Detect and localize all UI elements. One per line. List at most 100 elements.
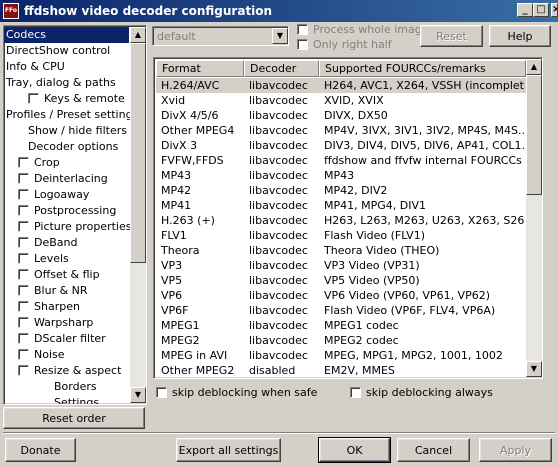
donate-button[interactable]: Donate <box>5 438 76 462</box>
tree-scroll-thumb[interactable] <box>130 43 146 263</box>
column-header-format[interactable]: Format <box>156 60 244 77</box>
table-row[interactable]: MPEG2 libavcodec MPEG2 codec <box>156 333 526 348</box>
table-row[interactable]: H.264/AVC libavcodec H264, AVC1, X264, VSS… <box>156 78 526 93</box>
codec-table[interactable]: Format Decoder Supported FOURCCs/remarks… <box>153 57 543 379</box>
tree-item[interactable]: Postprocessing <box>34 203 116 219</box>
table-row[interactable]: MP42 libavcodec MP42, DIV2 <box>156 183 526 198</box>
export-all-settings-button[interactable]: Export all settings <box>176 438 281 462</box>
table-row[interactable]: FLV1 libavcodec Flash Video (FLV1) <box>156 228 526 243</box>
fourcc-cell: VP3 Video (VP31) <box>324 259 420 272</box>
maximize-button[interactable]: □ <box>533 3 549 17</box>
table-row[interactable]: MPEG1 libavcodec MPEG1 codec <box>156 318 526 333</box>
format-cell: VP6F <box>161 304 189 317</box>
fourcc-cell: DIV3, DIV4, DIV5, DIV6, AP41, COL1... <box>324 139 524 152</box>
tree-item[interactable]: Offset & flip <box>34 267 100 283</box>
settings-tree[interactable]: Codecs DirectShow control Info & CPU Tray, … <box>3 25 147 405</box>
tree-checkbox[interactable] <box>18 237 29 248</box>
tree-checkbox[interactable] <box>18 253 29 264</box>
tree-item[interactable]: Resize & aspect <box>34 363 121 379</box>
table-scrollbar[interactable]: ▲ ▼ <box>526 59 542 377</box>
tree-item[interactable]: Crop <box>34 155 60 171</box>
format-cell: WMV1/7 <box>156 378 244 379</box>
tree-checkbox[interactable] <box>18 269 29 280</box>
tree-checkbox[interactable] <box>18 157 29 168</box>
tree-checkbox[interactable] <box>18 221 29 232</box>
scroll-up-icon[interactable]: ▲ <box>526 59 542 75</box>
tree-item[interactable]: Settings <box>54 395 99 404</box>
table-row[interactable]: DivX 3 libavcodec DIV3, DIV4, DIV5, DIV6, … <box>156 138 526 153</box>
tree-item[interactable]: Codecs <box>4 27 129 43</box>
tree-checkbox[interactable] <box>18 285 29 296</box>
table-row[interactable]: VP5 libavcodec VP5 Video (VP50) <box>156 273 526 288</box>
tree-item[interactable]: Blur & NR <box>34 283 88 299</box>
table-row[interactable]: VP3 libavcodec VP3 Video (VP31) <box>156 258 526 273</box>
tree-checkbox[interactable] <box>18 349 29 360</box>
tree-item[interactable]: Logoaway <box>34 187 89 203</box>
tree-item[interactable]: Borders <box>54 379 97 395</box>
table-row[interactable]: DivX 4/5/6 libavcodec DIVX, DX50 <box>156 108 526 123</box>
preset-combo[interactable]: default ▼ <box>152 26 289 46</box>
table-row[interactable]: Other MPEG4 libavcodec MP4V, 3IVX, 3IV1, 3… <box>156 123 526 138</box>
tree-item[interactable]: Show / hide filters <box>28 123 127 139</box>
reset-button[interactable]: Reset <box>420 25 483 47</box>
apply-button[interactable]: Apply <box>479 438 552 462</box>
tree-item[interactable]: Tray, dialog & paths <box>6 75 116 91</box>
decoder-cell: libavcodec <box>249 229 308 242</box>
table-row[interactable]: MP41 libavcodec MP41, MPG4, DIV1 <box>156 198 526 213</box>
decoder-cell: libavcodec <box>249 319 308 332</box>
close-button[interactable]: × <box>551 3 558 17</box>
tree-checkbox[interactable] <box>18 205 29 216</box>
decoder-cell: libavcodec <box>244 378 319 379</box>
table-row[interactable]: Theora libavcodec Theora Video (THEO) <box>156 243 526 258</box>
tree-item[interactable]: DeBand <box>34 235 77 251</box>
table-scroll-thumb[interactable] <box>526 75 542 195</box>
column-header-fourccs[interactable]: Supported FOURCCs/remarks <box>319 60 526 77</box>
chevron-down-icon[interactable]: ▼ <box>272 28 288 44</box>
tree-item[interactable]: Warpsharp <box>34 315 93 331</box>
scroll-down-icon[interactable]: ▼ <box>130 387 146 403</box>
tree-item[interactable]: Levels <box>34 251 69 267</box>
tree-item[interactable]: Sharpen <box>34 299 80 315</box>
table-row[interactable]: Other MPEG2 disabled EM2V, MMES <box>156 363 526 378</box>
format-cell: FVFW,FFDS <box>161 154 224 167</box>
process-whole-image-checkbox[interactable] <box>297 24 308 35</box>
tree-checkbox[interactable] <box>18 301 29 312</box>
tree-checkbox[interactable] <box>18 189 29 200</box>
tree-scrollbar[interactable]: ▲ ▼ <box>130 27 146 403</box>
only-right-half-checkbox[interactable] <box>297 39 308 50</box>
tree-item[interactable]: Keys & remote <box>44 91 125 107</box>
minimize-button[interactable]: _ <box>517 3 533 17</box>
tree-item[interactable]: Decoder options <box>28 139 118 155</box>
table-row[interactable]: VP6 libavcodec VP6 Video (VP60, VP61, VP62… <box>156 288 526 303</box>
tree-checkbox[interactable] <box>18 333 29 344</box>
ok-button[interactable]: OK <box>318 437 391 463</box>
tree-item[interactable]: Picture properties <box>34 219 131 235</box>
help-button[interactable]: Help <box>489 25 551 47</box>
column-header-decoder[interactable]: Decoder <box>244 60 319 77</box>
table-row[interactable]: Xvid libavcodec XVID, XVIX <box>156 93 526 108</box>
table-row[interactable]: VP6F libavcodec Flash Video (VP6F, FLV4, V… <box>156 303 526 318</box>
tree-checkbox[interactable] <box>18 365 29 376</box>
tree-item[interactable]: Deinterlacing <box>34 171 108 187</box>
scroll-down-icon[interactable]: ▼ <box>526 361 542 377</box>
decoder-cell: libavcodec <box>249 139 308 152</box>
reset-order-button[interactable]: Reset order <box>3 407 145 429</box>
window-title: ffdshow video decoder configuration <box>24 4 273 18</box>
table-row[interactable]: MPEG in AVI libavcodec MPEG, MPG1, MPG2, 1… <box>156 348 526 363</box>
skip-deblocking-safe-checkbox[interactable] <box>156 387 167 398</box>
table-row[interactable]: FVFW,FFDS libavcodec ffdshow and ffvfw int… <box>156 153 526 168</box>
tree-item[interactable]: Noise <box>34 347 65 363</box>
tree-item[interactable]: DirectShow control <box>6 43 110 59</box>
cancel-button[interactable]: Cancel <box>397 438 470 462</box>
scroll-up-icon[interactable]: ▲ <box>130 27 146 43</box>
tree-checkbox[interactable] <box>28 93 39 104</box>
tree-item[interactable]: Info & CPU <box>6 59 65 75</box>
table-row[interactable]: MP43 libavcodec MP43 <box>156 168 526 183</box>
table-row[interactable]: WMV1/7libavcodecWindows Media Video 7 (W… <box>156 378 526 379</box>
table-row[interactable]: H.263 (+) libavcodec H263, L263, M263, U26… <box>156 213 526 228</box>
tree-item[interactable]: Profiles / Preset settings <box>6 107 138 123</box>
tree-item[interactable]: DScaler filter <box>34 331 106 347</box>
tree-checkbox[interactable] <box>18 173 29 184</box>
tree-checkbox[interactable] <box>18 317 29 328</box>
skip-deblocking-always-checkbox[interactable] <box>350 387 361 398</box>
